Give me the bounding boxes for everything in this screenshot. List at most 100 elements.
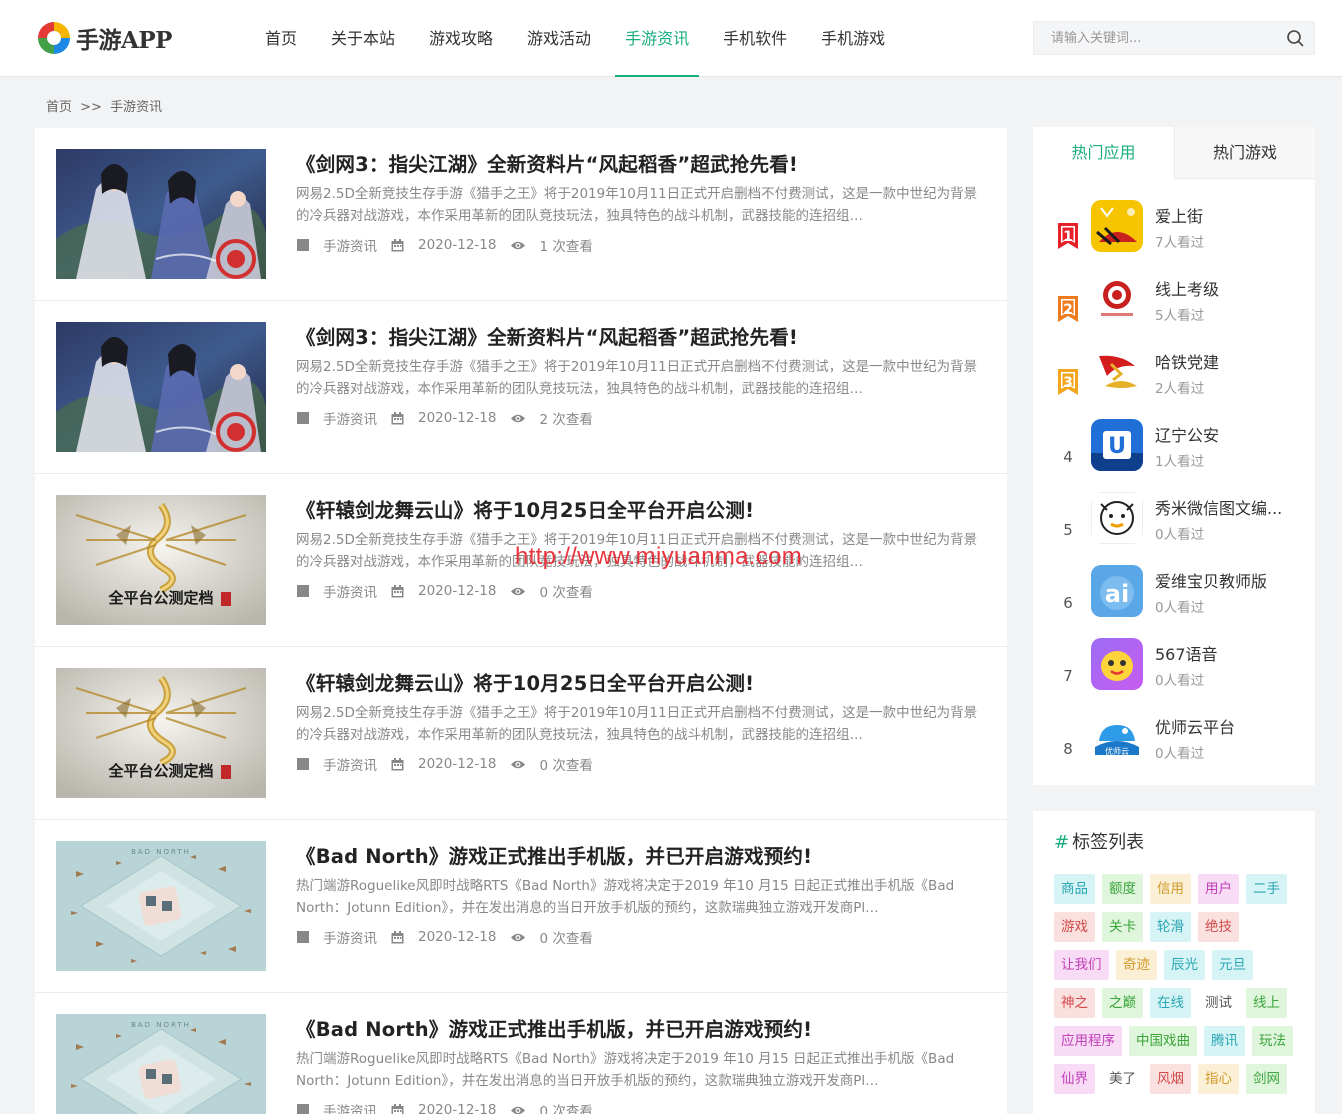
tag-item[interactable]: 中国戏曲: [1129, 1026, 1197, 1056]
tag-item[interactable]: 应用程序: [1054, 1026, 1122, 1056]
tag-item[interactable]: 用户: [1198, 874, 1239, 904]
tab-hot-games[interactable]: 热门游戏: [1174, 127, 1315, 179]
tag-item[interactable]: 奇迹: [1116, 950, 1157, 980]
tag-item[interactable]: 在线: [1150, 988, 1191, 1018]
app-icon[interactable]: U: [1091, 419, 1143, 471]
tag-item[interactable]: 之巅: [1102, 988, 1143, 1018]
tag-item[interactable]: 美了: [1102, 1064, 1143, 1094]
article-category[interactable]: 手游资讯: [297, 235, 377, 255]
tag-item[interactable]: 游戏: [1054, 912, 1095, 942]
article-title[interactable]: 《Bad North》游戏正式推出手机版，并已开启游戏预约!: [296, 1013, 986, 1042]
article-title[interactable]: 《Bad North》游戏正式推出手机版，并已开启游戏预约!: [296, 840, 986, 869]
search-input[interactable]: [1034, 22, 1274, 54]
views-label: 0 次查看: [539, 931, 593, 947]
hot-app-item[interactable]: 7 567语音 0人看过: [1033, 638, 1315, 711]
breadcrumb-home[interactable]: 首页: [46, 100, 72, 115]
tag-item[interactable]: 商品: [1054, 874, 1095, 904]
hot-app-item[interactable]: 5 秀米微信图文编... 0人看过: [1033, 492, 1315, 565]
article-category[interactable]: 手游资讯: [297, 581, 377, 601]
tag-item[interactable]: 腾讯: [1204, 1026, 1245, 1056]
app-name[interactable]: 辽宁公安: [1155, 422, 1305, 446]
nav-item-2[interactable]: 游戏攻略: [412, 0, 510, 77]
app-name[interactable]: 爱维宝贝教师版: [1155, 568, 1305, 592]
article-views: 0 次查看: [510, 754, 593, 774]
app-icon[interactable]: [1091, 492, 1143, 544]
tag-item[interactable]: 轮滑: [1150, 912, 1191, 942]
app-name[interactable]: 优师云平台: [1155, 714, 1305, 738]
tag-item[interactable]: 元旦: [1212, 950, 1253, 980]
date-label: 2020-12-18: [418, 756, 497, 772]
breadcrumb-current[interactable]: 手游资讯: [110, 100, 162, 115]
tag-item[interactable]: 二手: [1246, 874, 1287, 904]
hot-app-item[interactable]: 2 线上考级 5人看过: [1033, 273, 1315, 346]
app-icon[interactable]: [1091, 346, 1143, 398]
app-name[interactable]: 线上考级: [1155, 276, 1305, 300]
app-icon[interactable]: 优师云: [1091, 711, 1143, 763]
tag-item[interactable]: 风烟: [1150, 1064, 1191, 1094]
rank-number: 3: [1057, 369, 1079, 400]
article-thumbnail[interactable]: [56, 149, 266, 279]
rank-number: 2: [1057, 296, 1079, 327]
article-thumbnail[interactable]: BAD NORTH: [56, 841, 266, 971]
app-name[interactable]: 秀米微信图文编...: [1155, 495, 1305, 519]
nav-item-6[interactable]: 手机游戏: [804, 0, 902, 77]
article-summary: 网易2.5D全新竞技生存手游《猎手之王》将于2019年10月11日正式开启删档不…: [296, 705, 978, 743]
article-thumbnail[interactable]: 全平台公测定档: [56, 495, 266, 625]
app-icon[interactable]: [1091, 638, 1143, 690]
header: 手游APP 首页 关于本站 游戏攻略 游戏活动 手游资讯 手机软件 手机游戏: [0, 0, 1342, 77]
nav-item-5[interactable]: 手机软件: [706, 0, 804, 77]
folder-icon: [297, 758, 316, 770]
article-thumbnail[interactable]: 全平台公测定档: [56, 668, 266, 798]
nav-item-4[interactable]: 手游资讯: [608, 0, 706, 77]
tag-item[interactable]: 关卡: [1102, 912, 1143, 942]
article-title[interactable]: 《轩辕剑龙舞云山》将于10月25日全平台开启公测!: [296, 494, 986, 523]
article-category[interactable]: 手游资讯: [297, 408, 377, 428]
nav-item-0[interactable]: 首页: [248, 0, 314, 77]
article-title[interactable]: 《轩辕剑龙舞云山》将于10月25日全平台开启公测!: [296, 667, 986, 696]
tag-item[interactable]: 线上: [1246, 988, 1287, 1018]
app-icon[interactable]: ai: [1091, 565, 1143, 617]
article-title[interactable]: 《剑网3：指尖江湖》全新资料片“风起稻香”超武抢先看!: [296, 321, 986, 350]
article-date: 2020-12-18: [391, 756, 496, 772]
hot-app-item[interactable]: 3 哈铁党建 2人看过: [1033, 346, 1315, 419]
tag-item[interactable]: 仙界: [1054, 1064, 1095, 1094]
article-title[interactable]: 《剑网3：指尖江湖》全新资料片“风起稻香”超武抢先看!: [296, 148, 986, 177]
tag-item[interactable]: 额度: [1102, 874, 1143, 904]
tag-item[interactable]: 信用: [1150, 874, 1191, 904]
logo[interactable]: 手游APP: [36, 18, 172, 58]
nav-item-3[interactable]: 游戏活动: [510, 0, 608, 77]
article-date: 2020-12-18: [391, 583, 496, 599]
tag-item[interactable]: 玩法: [1252, 1026, 1293, 1056]
tag-item[interactable]: 绝技: [1198, 912, 1239, 942]
article-category[interactable]: 手游资讯: [297, 927, 377, 947]
tag-item[interactable]: 辰光: [1164, 950, 1205, 980]
nav-item-1[interactable]: 关于本站: [314, 0, 412, 77]
search-icon[interactable]: [1286, 29, 1304, 47]
folder-icon: [297, 412, 316, 424]
article-thumbnail[interactable]: [56, 322, 266, 452]
tag-item[interactable]: 让我们: [1054, 950, 1109, 980]
app-name[interactable]: 爱上街: [1155, 203, 1305, 227]
article-category[interactable]: 手游资讯: [297, 754, 377, 774]
views-label: 0 次查看: [539, 585, 593, 601]
app-icon[interactable]: [1091, 273, 1143, 325]
app-name[interactable]: 哈铁党建: [1155, 349, 1305, 373]
article-meta: 手游资讯 2020-12-18 0 次查看: [297, 1100, 607, 1114]
app-icon[interactable]: [1091, 200, 1143, 252]
hot-app-item[interactable]: 6 ai 爱维宝贝教师版 0人看过: [1033, 565, 1315, 638]
rank-number: 1: [1057, 223, 1079, 254]
tag-item[interactable]: 测试: [1198, 988, 1239, 1018]
category-label: 手游资讯: [323, 412, 377, 428]
tag-item[interactable]: 神之: [1054, 988, 1095, 1018]
hot-app-item[interactable]: 8 优师云 优师云平台 0人看过: [1033, 711, 1315, 784]
article-thumbnail[interactable]: BAD NORTH: [56, 1014, 266, 1114]
tag-item[interactable]: 剑网: [1246, 1064, 1287, 1094]
tag-item[interactable]: 指心: [1198, 1064, 1239, 1094]
hot-app-item[interactable]: 1 爱上街 7人看过: [1033, 200, 1315, 273]
article-category[interactable]: 手游资讯: [297, 1100, 377, 1114]
tab-hot-apps[interactable]: 热门应用: [1033, 127, 1174, 179]
hot-app-item[interactable]: 4 U 辽宁公安 1人看过: [1033, 419, 1315, 492]
app-name[interactable]: 567语音: [1155, 641, 1305, 665]
calendar-icon: [391, 238, 411, 252]
rank-label: 4: [1063, 448, 1073, 466]
